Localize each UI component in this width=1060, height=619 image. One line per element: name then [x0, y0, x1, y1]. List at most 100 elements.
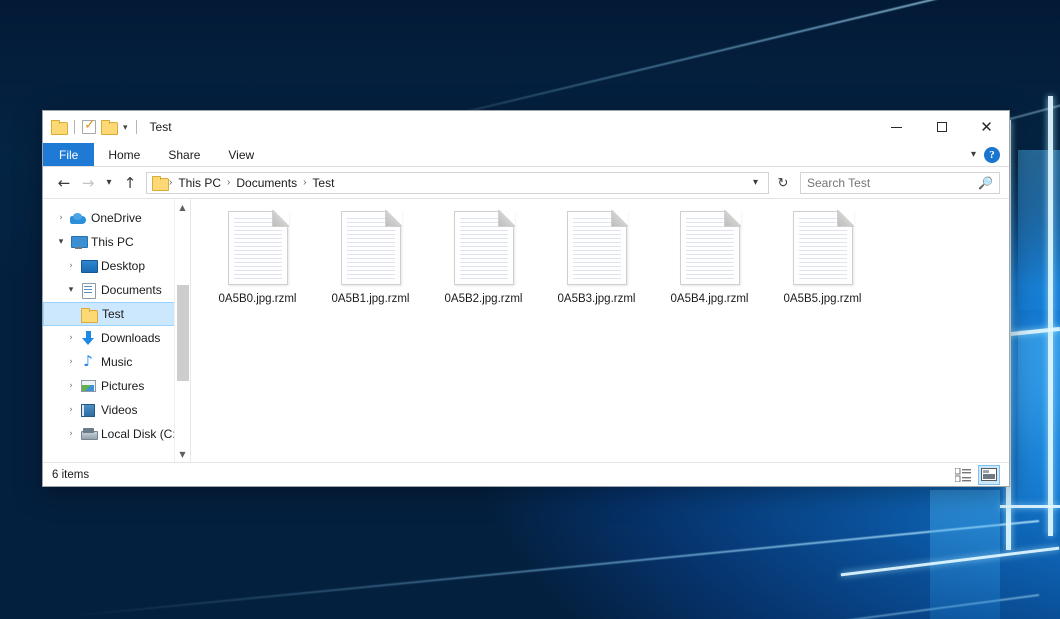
navigation-bar: ← → ▾ ↑ › This PC › Documents › Test ▾ ↻ [43, 167, 1009, 198]
sidebar-item-documents[interactable]: ▾ Documents [43, 278, 190, 302]
chevron-right-icon[interactable]: › [63, 261, 79, 271]
item-count-label: 6 items [52, 469, 89, 481]
documents-icon [79, 283, 97, 297]
scroll-up-button[interactable]: ▲ [175, 199, 190, 215]
up-button[interactable]: ↑ [118, 171, 142, 195]
file-item[interactable]: 0A5B3.jpg.rzml [540, 207, 653, 305]
chevron-right-icon[interactable]: › [63, 357, 79, 367]
close-button[interactable]: ✕ [964, 111, 1009, 143]
breadcrumb-item-documents[interactable]: Documents [231, 176, 302, 190]
chevron-right-icon[interactable]: › [63, 333, 79, 343]
qat-separator [74, 120, 75, 134]
tab-share[interactable]: Share [154, 143, 214, 166]
search-icon[interactable]: 🔍 [978, 176, 993, 190]
tab-file[interactable]: File [43, 143, 94, 166]
minimize-icon [891, 127, 902, 128]
chevron-right-icon[interactable]: › [63, 405, 79, 415]
chevron-down-icon[interactable]: ▾ [53, 237, 69, 247]
file-name: 0A5B0.jpg.rzml [219, 293, 297, 305]
forward-button[interactable]: → [76, 171, 100, 195]
minimize-button[interactable] [874, 111, 919, 143]
downloads-icon [79, 331, 97, 345]
generic-file-icon [454, 211, 514, 285]
sidebar-item-label: Music [97, 355, 132, 369]
file-item[interactable]: 0A5B4.jpg.rzml [653, 207, 766, 305]
large-icons-view-button[interactable] [978, 465, 1000, 485]
breadcrumb-item-test[interactable]: Test [307, 176, 339, 190]
scrollbar-thumb[interactable] [177, 285, 189, 381]
sidebar-item-onedrive[interactable]: › OneDrive [43, 206, 190, 230]
file-list-view[interactable]: 0A5B0.jpg.rzml 0A5B1.jpg.rzml [191, 199, 1009, 462]
help-icon[interactable]: ? [984, 147, 1000, 163]
sidebar-item-local-disk[interactable]: › Local Disk (C:) [43, 422, 190, 446]
window-mullion [1048, 96, 1053, 536]
file-grid: 0A5B0.jpg.rzml 0A5B1.jpg.rzml [191, 199, 1009, 305]
generic-file-icon [793, 211, 853, 285]
sidebar-item-videos[interactable]: › Videos [43, 398, 190, 422]
sidebar-item-label: Videos [97, 403, 137, 417]
sidebar-item-this-pc[interactable]: ▾ This PC [43, 230, 190, 254]
chevron-right-icon[interactable]: › [63, 429, 79, 439]
checkbox-checked-icon[interactable] [82, 120, 96, 134]
maximize-button[interactable] [919, 111, 964, 143]
file-item[interactable]: 0A5B2.jpg.rzml [427, 207, 540, 305]
recent-locations-button[interactable]: ▾ [100, 171, 118, 195]
quick-access-toolbar: ▾ Test [43, 120, 172, 134]
sidebar-scrollbar[interactable]: ▲ ▼ [174, 199, 190, 462]
scroll-down-button[interactable]: ▼ [175, 446, 190, 462]
expand-ribbon-icon[interactable]: ▾ [971, 149, 976, 160]
window-mullion [1000, 505, 1060, 508]
file-item[interactable]: 0A5B5.jpg.rzml [766, 207, 879, 305]
tab-view[interactable]: View [214, 143, 268, 166]
address-bar[interactable]: › This PC › Documents › Test ▾ [146, 172, 769, 194]
large-icons-view-icon [981, 468, 997, 481]
breadcrumb-item-this-pc[interactable]: This PC [173, 176, 226, 190]
sidebar-item-label: This PC [87, 235, 134, 249]
file-name: 0A5B5.jpg.rzml [784, 293, 862, 305]
sidebar-item-test[interactable]: Test [43, 302, 190, 326]
title-bar: ▾ Test ✕ [43, 111, 1009, 143]
generic-file-icon [680, 211, 740, 285]
qat-separator [136, 120, 137, 134]
file-name: 0A5B1.jpg.rzml [332, 293, 410, 305]
close-icon: ✕ [980, 120, 993, 135]
chevron-down-icon[interactable]: ▾ [63, 285, 79, 295]
this-pc-icon [69, 236, 87, 248]
window-title: Test [150, 120, 172, 134]
window-pane-light [1018, 150, 1060, 310]
sidebar-item-downloads[interactable]: › Downloads [43, 326, 190, 350]
file-name: 0A5B3.jpg.rzml [558, 293, 636, 305]
videos-icon [79, 404, 97, 417]
chevron-right-icon[interactable]: › [63, 381, 79, 391]
chevron-right-icon[interactable]: › [53, 213, 69, 223]
back-button[interactable]: ← [52, 171, 76, 195]
file-item[interactable]: 0A5B1.jpg.rzml [314, 207, 427, 305]
search-input[interactable] [807, 176, 978, 190]
address-dropdown-icon[interactable]: ▾ [747, 177, 764, 188]
generic-file-icon [341, 211, 401, 285]
window-pane-light [1018, 330, 1060, 510]
chevron-down-icon[interactable]: ▾ [122, 123, 129, 132]
sidebar-item-desktop[interactable]: › Desktop [43, 254, 190, 278]
sidebar-item-pictures[interactable]: › Pictures [43, 374, 190, 398]
ribbon-right-controls: ▾ ? [971, 143, 1009, 166]
view-toggle-group [952, 465, 1000, 485]
onedrive-icon [69, 213, 87, 224]
file-name: 0A5B2.jpg.rzml [445, 293, 523, 305]
file-item[interactable]: 0A5B0.jpg.rzml [201, 207, 314, 305]
sidebar-item-music[interactable]: › ♪ Music [43, 350, 190, 374]
qat-new-folder-icon[interactable] [101, 120, 117, 134]
sidebar-item-label: Test [98, 307, 124, 321]
disk-icon [79, 428, 97, 440]
file-explorer-window: ▾ Test ✕ File Home Share View [42, 110, 1010, 487]
search-box[interactable]: 🔍 [800, 172, 1000, 194]
generic-file-icon [228, 211, 288, 285]
tab-home[interactable]: Home [94, 143, 154, 166]
details-view-icon [955, 468, 971, 482]
navigation-pane: › OneDrive ▾ This PC › Desktop [43, 199, 191, 462]
status-bar: 6 items [43, 462, 1009, 486]
refresh-button[interactable]: ↻ [771, 172, 795, 194]
details-view-button[interactable] [952, 465, 974, 485]
ribbon-tab-strip: File Home Share View ▾ ? [43, 143, 1009, 167]
qat-folder-properties-icon[interactable] [51, 120, 67, 134]
